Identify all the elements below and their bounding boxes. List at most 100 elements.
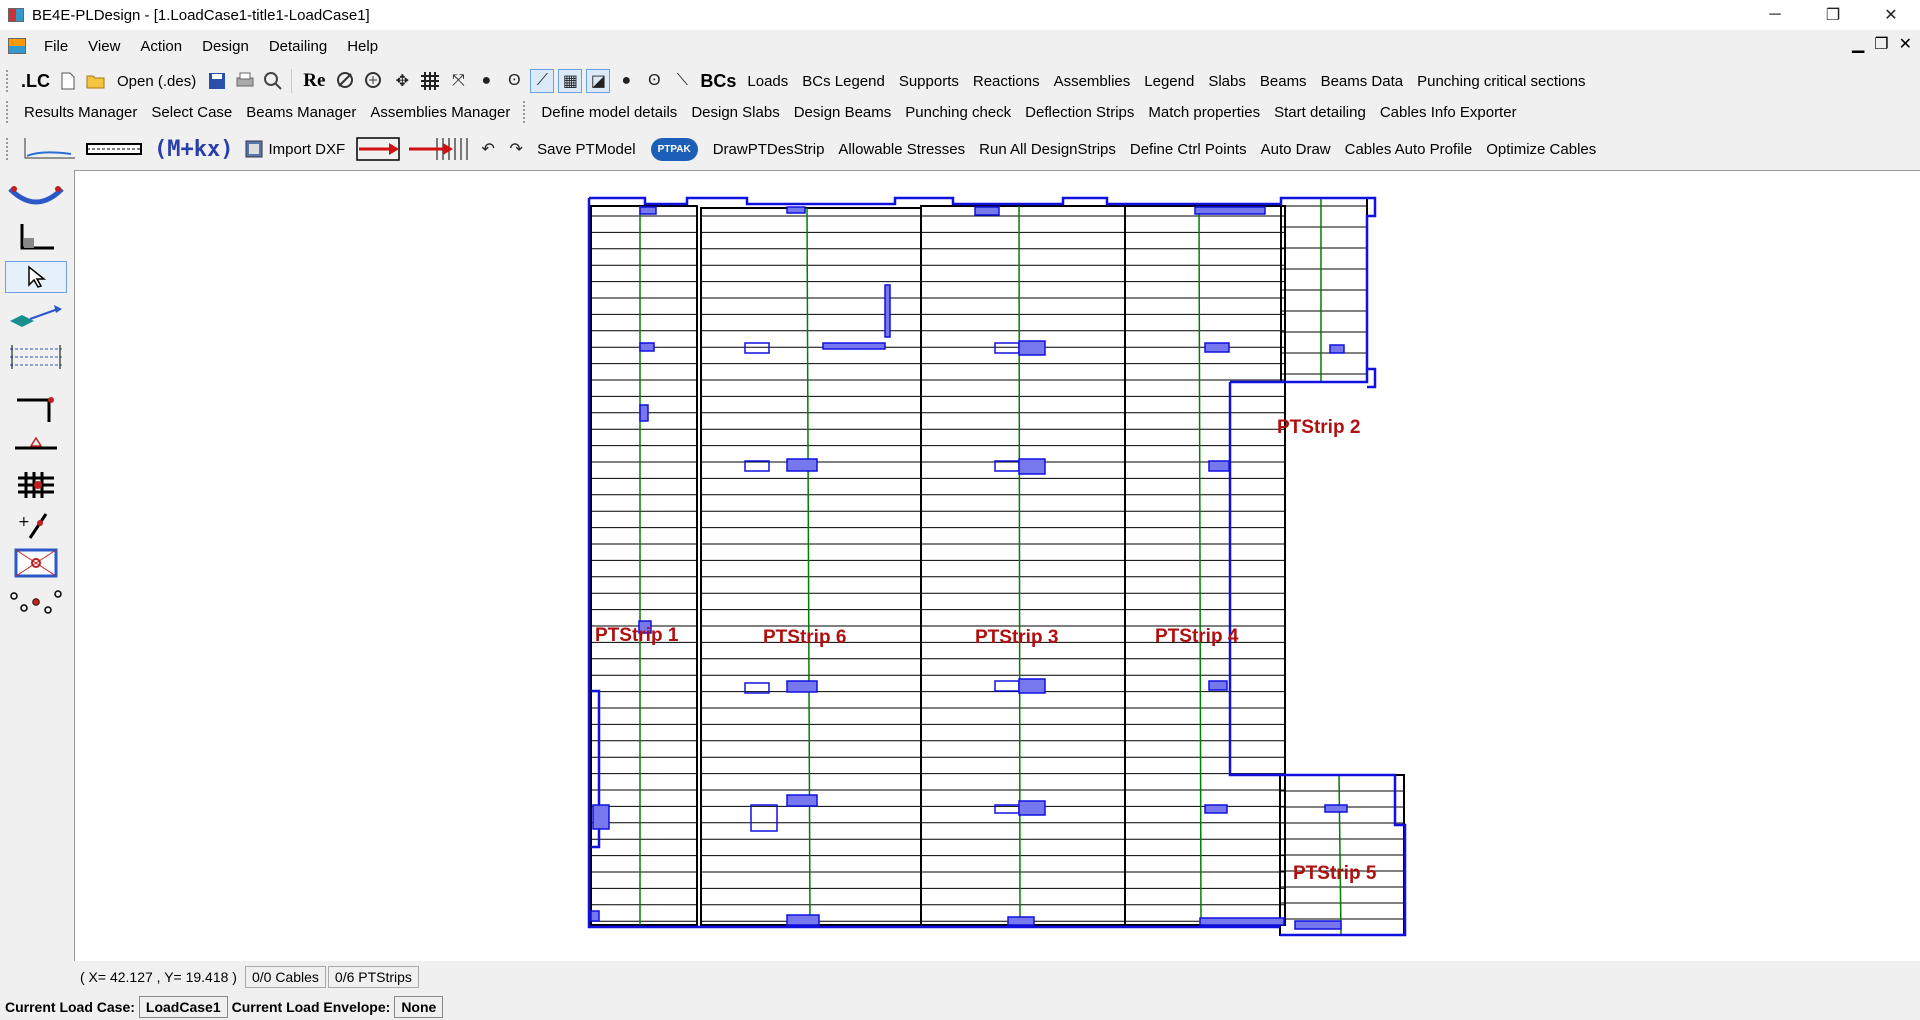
- column-cap[interactable]: [1204, 342, 1230, 353]
- run-all-design-strips-button[interactable]: Run All DesignStrips: [972, 141, 1123, 158]
- column-cap[interactable]: [1199, 917, 1285, 926]
- minimize-button[interactable]: ─: [1746, 0, 1804, 30]
- open-des-button[interactable]: Open (.des): [110, 73, 203, 90]
- menu-file[interactable]: File: [34, 38, 78, 55]
- column-cap[interactable]: [786, 680, 818, 693]
- allowable-stresses-button[interactable]: Allowable Stresses: [831, 141, 972, 158]
- start-detailing-button[interactable]: Start detailing: [1267, 104, 1373, 121]
- supports-button[interactable]: Supports: [892, 73, 966, 90]
- define-model-details-button[interactable]: Define model details: [534, 104, 684, 121]
- mdi-close-button[interactable]: ✕: [1899, 34, 1912, 54]
- pan-icon[interactable]: ✥: [391, 70, 413, 92]
- open-folder-icon[interactable]: [85, 70, 107, 92]
- column-cap[interactable]: [994, 342, 1020, 354]
- curve-profile-icon[interactable]: [20, 138, 78, 160]
- column-cap[interactable]: [786, 914, 820, 926]
- column-cap[interactable]: [744, 342, 770, 354]
- pin-support-tool-icon[interactable]: [6, 432, 66, 462]
- column-cap[interactable]: [1294, 920, 1342, 930]
- zoom-in-icon[interactable]: [363, 70, 385, 92]
- auto-draw-button[interactable]: Auto Draw: [1254, 141, 1338, 158]
- import-dxf-button[interactable]: Import DXF: [268, 141, 352, 158]
- edit-icon[interactable]: ◪: [586, 69, 611, 93]
- bcs-button[interactable]: BCs: [696, 71, 740, 92]
- define-ctrl-points-button[interactable]: Define Ctrl Points: [1123, 141, 1254, 158]
- save-icon[interactable]: [206, 70, 228, 92]
- section-bar-icon[interactable]: [84, 138, 144, 160]
- opening-tool-icon[interactable]: [6, 548, 66, 578]
- grid-icon[interactable]: [419, 70, 441, 92]
- mdi-restore-button[interactable]: ❐: [1874, 34, 1888, 54]
- load-envelope-value[interactable]: None: [394, 996, 444, 1018]
- slab-panel[interactable]: [1124, 205, 1286, 926]
- control-points-tool-icon[interactable]: [6, 588, 66, 618]
- support-icon[interactable]: ʘ: [643, 70, 665, 92]
- draw-pt-des-strip-button[interactable]: DrawPTDesStrip: [706, 141, 832, 158]
- column-cap[interactable]: [639, 404, 649, 422]
- axes-tool-icon[interactable]: [6, 222, 66, 252]
- column-cap[interactable]: [786, 794, 818, 807]
- ptpak-button[interactable]: PTPAK: [650, 137, 698, 161]
- draw-line-icon[interactable]: ⟋: [530, 69, 555, 93]
- toolbar-grip[interactable]: [523, 101, 528, 123]
- results-manager-button[interactable]: Results Manager: [17, 104, 144, 121]
- strip-grid-tool-icon[interactable]: [6, 342, 66, 372]
- beams-button[interactable]: Beams: [1253, 73, 1314, 90]
- optimize-cables-button[interactable]: Optimize Cables: [1479, 141, 1603, 158]
- column-cap[interactable]: [1324, 804, 1348, 813]
- column-cap[interactable]: [1018, 458, 1046, 475]
- column-cap[interactable]: [786, 458, 818, 472]
- dimension-icon[interactable]: ⤧: [447, 70, 469, 92]
- menu-design[interactable]: Design: [192, 38, 259, 55]
- loads-button[interactable]: Loads: [740, 73, 795, 90]
- column-cap[interactable]: [994, 680, 1020, 692]
- strip-label[interactable]: PTStrip 5: [1293, 863, 1377, 884]
- cables-info-exporter-button[interactable]: Cables Info Exporter: [1373, 104, 1524, 121]
- select-case-button[interactable]: Select Case: [144, 104, 239, 121]
- column-cap[interactable]: [1208, 680, 1228, 691]
- load-case-button[interactable]: .LC: [17, 71, 54, 92]
- print-preview-icon[interactable]: [262, 70, 284, 92]
- reactions-button[interactable]: Reactions: [966, 73, 1047, 90]
- slab-plan-drawing[interactable]: PTStrip 1 PTStrip 6 PTStrip 3 PTStrip 4 …: [75, 171, 1920, 961]
- column-cap[interactable]: [974, 206, 1000, 216]
- undo-icon[interactable]: ↶: [477, 138, 499, 160]
- strip-label[interactable]: PTStrip 2: [1277, 417, 1360, 438]
- add-point-tool-icon[interactable]: +: [6, 510, 66, 540]
- import-dxf-icon[interactable]: [243, 138, 265, 160]
- rebar-grid-tool-icon[interactable]: [6, 470, 66, 500]
- toolbar-grip[interactable]: [6, 138, 11, 160]
- redraw-button[interactable]: Re: [296, 70, 332, 92]
- column-cap[interactable]: [592, 804, 610, 830]
- menu-view[interactable]: View: [78, 38, 130, 55]
- print-icon[interactable]: [234, 70, 256, 92]
- load-case-value[interactable]: LoadCase1: [138, 996, 228, 1018]
- punching-check-button[interactable]: Punching check: [898, 104, 1018, 121]
- table-icon[interactable]: ▦: [558, 69, 583, 93]
- select-pointer-tool-icon[interactable]: [5, 261, 67, 293]
- column-cap[interactable]: [1018, 340, 1046, 356]
- strip-label[interactable]: PTStrip 1: [595, 625, 679, 646]
- menu-help[interactable]: Help: [337, 38, 388, 55]
- bcs-legend-button[interactable]: BCs Legend: [795, 73, 892, 90]
- match-properties-button[interactable]: Match properties: [1141, 104, 1267, 121]
- beams-data-button[interactable]: Beams Data: [1314, 73, 1411, 90]
- column-cap[interactable]: [639, 206, 657, 215]
- slabs-button[interactable]: Slabs: [1201, 73, 1253, 90]
- assemblies-button[interactable]: Assemblies: [1047, 73, 1138, 90]
- column-cap[interactable]: [1208, 460, 1230, 472]
- column-cap[interactable]: [639, 342, 655, 352]
- save-ptmodel-button[interactable]: Save PTModel: [530, 141, 642, 158]
- cable-arrow-icon[interactable]: [355, 137, 401, 161]
- column-cap[interactable]: [750, 804, 778, 832]
- moment-formula-button[interactable]: (M+kx): [147, 137, 240, 162]
- beam-icon[interactable]: ⟍: [671, 70, 693, 92]
- slab-panel[interactable]: [920, 205, 1126, 926]
- toolbar-grip[interactable]: [6, 101, 11, 123]
- cables-auto-profile-button[interactable]: Cables Auto Profile: [1338, 141, 1480, 158]
- menu-action[interactable]: Action: [130, 38, 192, 55]
- strip-label[interactable]: PTStrip 3: [975, 627, 1058, 648]
- drawing-canvas[interactable]: PTStrip 1 PTStrip 6 PTStrip 3 PTStrip 4 …: [74, 170, 1920, 961]
- zoom-extents-icon[interactable]: [335, 70, 357, 92]
- menu-detailing[interactable]: Detailing: [259, 38, 337, 55]
